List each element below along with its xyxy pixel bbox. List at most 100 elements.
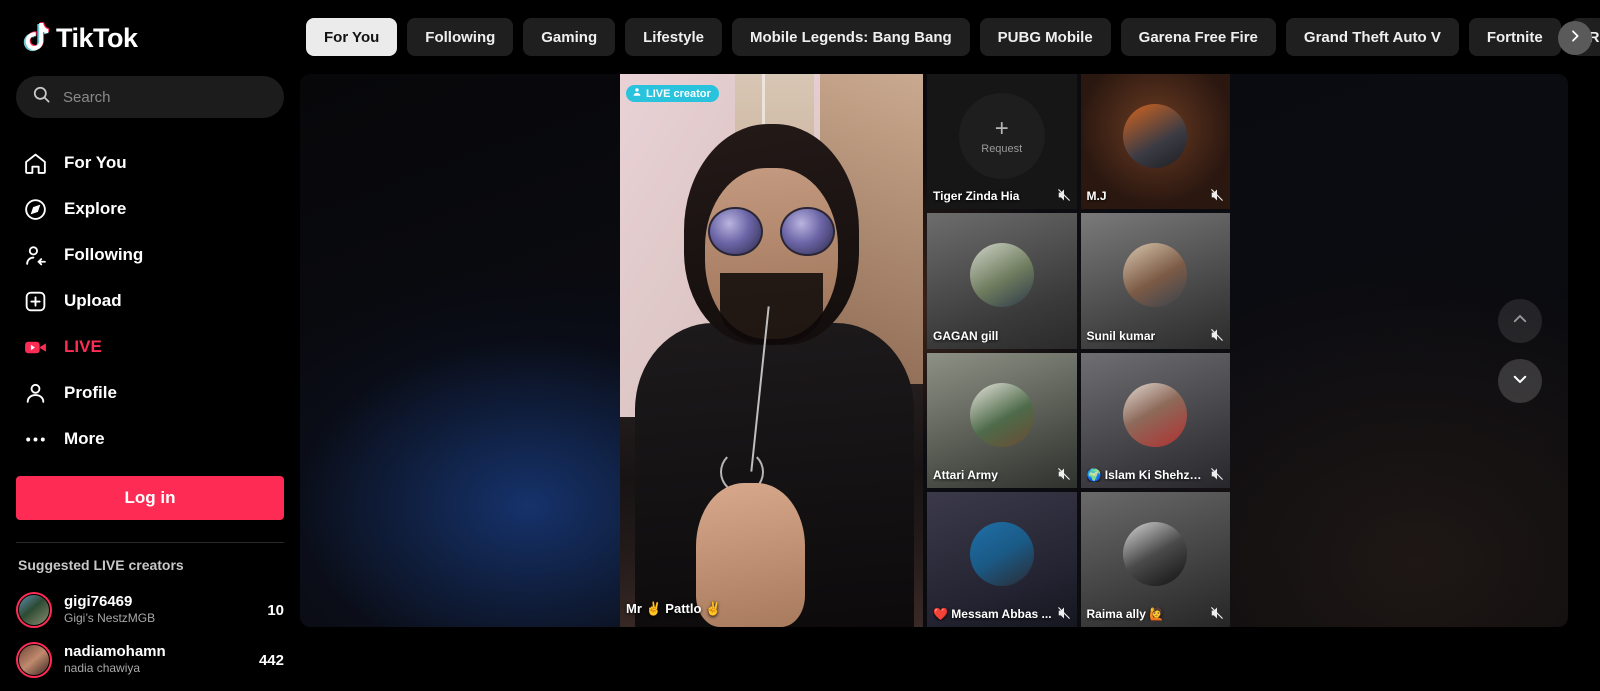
mute-icon — [1057, 606, 1071, 620]
login-button[interactable]: Log in — [16, 476, 284, 520]
live-tile[interactable]: ❤️ Messam Abbas ... — [927, 491, 1077, 627]
search-bar[interactable] — [16, 76, 284, 118]
avatar — [969, 521, 1034, 586]
live-tile[interactable]: Raima ally 🙋 — [1080, 491, 1230, 627]
live-tile-name: GAGAN gill — [933, 328, 999, 343]
mute-icon — [1210, 188, 1224, 202]
live-tile[interactable]: GAGAN gill — [927, 213, 1077, 349]
creator-username: nadiamohamn — [64, 643, 166, 661]
chevron-down-icon — [1511, 370, 1529, 393]
mute-icon — [1057, 467, 1071, 481]
avatar — [16, 642, 52, 678]
live-thumbnail-grid: + Request Tiger Zinda Hia M.J GAGAN gill… — [927, 74, 1230, 627]
live-camera-icon — [20, 332, 50, 362]
sidebar: TikTok For You — [0, 0, 300, 691]
request-label: Request — [981, 143, 1023, 156]
chevron-right-icon — [1567, 28, 1583, 49]
sidebar-label: Explore — [64, 199, 127, 218]
plus-icon: + — [994, 115, 1009, 143]
live-tile[interactable]: Sunil kumar — [1080, 213, 1230, 349]
live-tile[interactable]: + Request Tiger Zinda Hia — [927, 74, 1077, 210]
live-tile[interactable]: M.J — [1080, 74, 1230, 210]
creator-meta: gigi76469 Gigi’s NestzMGB — [64, 593, 255, 627]
live-tile-name: Attari Army — [933, 467, 998, 482]
mute-icon — [1210, 467, 1224, 481]
live-tile-name: ❤️ Messam Abbas ... — [933, 607, 1052, 621]
live-video-frame — [620, 74, 923, 627]
sidebar-item-following[interactable]: Following — [16, 232, 284, 278]
sidebar-label: Profile — [64, 383, 117, 402]
sidebar-label: Following — [64, 245, 144, 264]
request-button[interactable]: + Request — [958, 93, 1045, 180]
player-username: Mr ✌ Pattlo ✌ — [626, 601, 722, 616]
tab-garena-free-fire[interactable]: Garena Free Fire — [1120, 18, 1276, 56]
home-icon — [20, 148, 50, 178]
upload-icon — [20, 286, 50, 316]
sidebar-label: More — [64, 429, 105, 448]
live-tile[interactable]: Attari Army — [927, 352, 1077, 488]
creator-displayname: Gigi’s NestzMGB — [64, 611, 156, 626]
tab-following[interactable]: Following — [407, 18, 514, 56]
sidebar-item-for-you[interactable]: For You — [16, 140, 284, 186]
scroll-down-button[interactable] — [1498, 359, 1542, 403]
creator-viewer-count: 10 — [267, 601, 284, 619]
live-tile-name: Sunil kumar — [1086, 328, 1156, 343]
tiktok-live-page: TikTok For You — [0, 0, 1600, 691]
tiktok-note-icon — [20, 21, 50, 55]
search-icon — [32, 85, 51, 109]
tab-mobile-legends[interactable]: Mobile Legends: Bang Bang — [731, 18, 970, 56]
tabs-next-button[interactable] — [1558, 21, 1592, 55]
live-tile-name: 🌍 Islam Ki Shehza... — [1086, 467, 1207, 482]
avatar — [1123, 521, 1188, 586]
sidebar-divider — [16, 542, 284, 543]
list-item[interactable]: nadiamohamn nadia chawiya 442 — [16, 635, 284, 685]
creator-username: gigi76469 — [64, 593, 133, 611]
live-tile-name: Raima ally 🙋 — [1086, 607, 1165, 621]
tab-for-you[interactable]: For You — [306, 18, 398, 56]
live-tile[interactable]: 🌍 Islam Ki Shehza... — [1080, 352, 1230, 488]
sidebar-item-more[interactable]: More — [16, 416, 284, 462]
compass-icon — [20, 194, 50, 224]
main-nav: For You Explore Following Upload LIVE Pr… — [16, 134, 284, 462]
mute-icon — [1210, 606, 1224, 620]
sidebar-item-explore[interactable]: Explore — [16, 186, 284, 232]
tab-grand-theft-auto-v[interactable]: Grand Theft Auto V — [1285, 18, 1459, 56]
sidebar-item-profile[interactable]: Profile — [16, 370, 284, 416]
live-creator-badge: LIVE creator — [626, 85, 719, 102]
avatar — [969, 243, 1034, 308]
avatar — [969, 382, 1034, 447]
sidebar-label: LIVE — [64, 337, 102, 356]
tab-lifestyle[interactable]: Lifestyle — [625, 18, 722, 56]
category-tabs: For You Following Gaming Lifestyle Mobil… — [300, 0, 1600, 74]
creator-meta: nadiamohamn nadia chawiya — [64, 643, 247, 677]
live-badge-label: LIVE creator — [646, 87, 711, 100]
main-live-player[interactable]: LIVE creator Mr ✌ Pattlo ✌ — [620, 74, 923, 627]
avatar — [1123, 243, 1188, 308]
chevron-up-icon — [1511, 310, 1529, 333]
creator-viewer-count: 442 — [258, 651, 284, 669]
search-input[interactable] — [63, 88, 268, 106]
list-item[interactable]: gigi76469 Gigi’s NestzMGB 10 — [16, 585, 284, 635]
avatar — [1123, 104, 1188, 169]
suggested-creators-title: Suggested LIVE creators — [18, 557, 184, 573]
sidebar-label: For You — [64, 153, 127, 172]
live-tile-name: Tiger Zinda Hia — [933, 189, 1020, 204]
ellipsis-icon — [20, 424, 50, 454]
live-stage: LIVE creator Mr ✌ Pattlo ✌ + Request Tig… — [300, 74, 1568, 627]
creator-displayname: nadia chawiya — [64, 661, 141, 676]
tab-fortnite[interactable]: Fortnite — [1468, 18, 1561, 56]
mute-icon — [1210, 328, 1224, 342]
person-icon — [20, 378, 50, 408]
sidebar-item-live[interactable]: LIVE — [16, 324, 284, 370]
tab-pubg-mobile[interactable]: PUBG Mobile — [979, 18, 1111, 56]
sidebar-item-upload[interactable]: Upload — [16, 278, 284, 324]
scroll-up-button[interactable] — [1498, 299, 1542, 343]
tab-gaming[interactable]: Gaming — [523, 18, 616, 56]
mute-icon — [1057, 188, 1071, 202]
live-tile-name: M.J — [1086, 189, 1107, 204]
tiktok-wordmark: TikTok — [56, 22, 138, 53]
tiktok-logo[interactable]: TikTok — [16, 0, 284, 76]
avatar — [16, 592, 52, 628]
sidebar-label: Upload — [64, 291, 122, 310]
person-badge-icon — [632, 87, 642, 100]
